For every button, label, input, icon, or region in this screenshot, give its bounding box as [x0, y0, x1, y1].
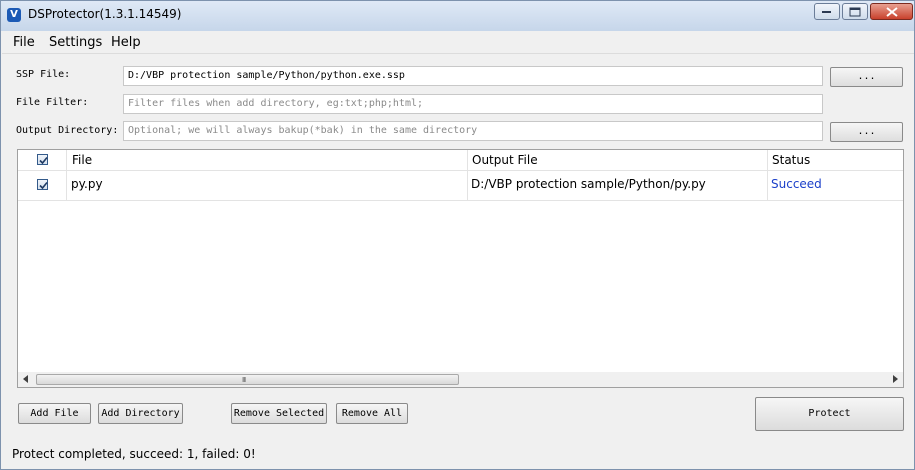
- row-checkbox[interactable]: [37, 179, 48, 190]
- row-status-cell: Succeed: [771, 177, 822, 191]
- app-window: V DSProtector(1.3.1.14549) File Settings…: [0, 0, 915, 470]
- add-directory-button[interactable]: Add Directory: [98, 403, 183, 424]
- select-all-checkbox[interactable]: [37, 154, 48, 165]
- column-header-file[interactable]: File: [72, 153, 92, 167]
- column-separator[interactable]: [767, 150, 768, 170]
- row-file-cell: py.py: [71, 177, 103, 191]
- scrollbar-grip: III: [242, 376, 246, 384]
- scroll-right-icon[interactable]: [893, 375, 898, 383]
- status-bar-text: Protect completed, succeed: 1, failed: 0…: [12, 447, 256, 461]
- menu-bar: File Settings Help: [2, 32, 914, 54]
- scroll-left-icon[interactable]: [23, 375, 28, 383]
- menu-file[interactable]: File: [13, 35, 35, 50]
- minimize-button[interactable]: [814, 3, 840, 20]
- cell-separator: [767, 170, 768, 200]
- column-separator[interactable]: [66, 150, 67, 170]
- table-row[interactable]: py.py D:/VBP protection sample/Python/py…: [18, 170, 903, 201]
- close-button[interactable]: [870, 3, 913, 20]
- add-file-button[interactable]: Add File: [18, 403, 91, 424]
- window-title: DSProtector(1.3.1.14549): [28, 7, 182, 21]
- app-icon: V: [7, 8, 21, 22]
- column-header-status[interactable]: Status: [772, 153, 810, 167]
- output-browse-button[interactable]: ...: [830, 122, 903, 142]
- menu-settings[interactable]: Settings: [49, 35, 102, 50]
- menu-help[interactable]: Help: [111, 35, 141, 50]
- maximize-button[interactable]: [842, 3, 868, 20]
- table-header: File Output File Status: [18, 150, 903, 171]
- maximize-icon: [849, 7, 861, 16]
- cell-separator: [467, 170, 468, 200]
- title-bar[interactable]: V DSProtector(1.3.1.14549): [1, 1, 914, 31]
- file-table: File Output File Status py.py D:/VBP pro…: [17, 149, 904, 388]
- file-filter-input[interactable]: Filter files when add directory, eg:txt;…: [123, 94, 823, 114]
- ssp-browse-button[interactable]: ...: [830, 67, 903, 87]
- checkmark-icon: [39, 181, 48, 190]
- minimize-icon: [822, 10, 831, 13]
- scrollbar-thumb[interactable]: III: [36, 374, 459, 385]
- column-separator[interactable]: [467, 150, 468, 170]
- remove-all-button[interactable]: Remove All: [336, 403, 408, 424]
- cell-separator: [66, 170, 67, 200]
- output-directory-label: Output Directory:: [16, 125, 119, 136]
- output-directory-input[interactable]: Optional; we will always bakup(*bak) in …: [123, 121, 823, 141]
- horizontal-scrollbar[interactable]: III: [18, 372, 903, 387]
- ssp-file-label: SSP File:: [16, 69, 71, 80]
- checkmark-icon: [39, 156, 48, 165]
- ssp-file-input[interactable]: D:/VBP protection sample/Python/python.e…: [123, 66, 823, 86]
- close-icon: [885, 6, 898, 17]
- file-filter-label: File Filter:: [16, 97, 89, 108]
- remove-selected-button[interactable]: Remove Selected: [231, 403, 327, 424]
- protect-button[interactable]: Protect: [755, 397, 904, 431]
- column-header-output-file[interactable]: Output File: [472, 153, 538, 167]
- row-output-cell: D:/VBP protection sample/Python/py.py: [471, 177, 706, 191]
